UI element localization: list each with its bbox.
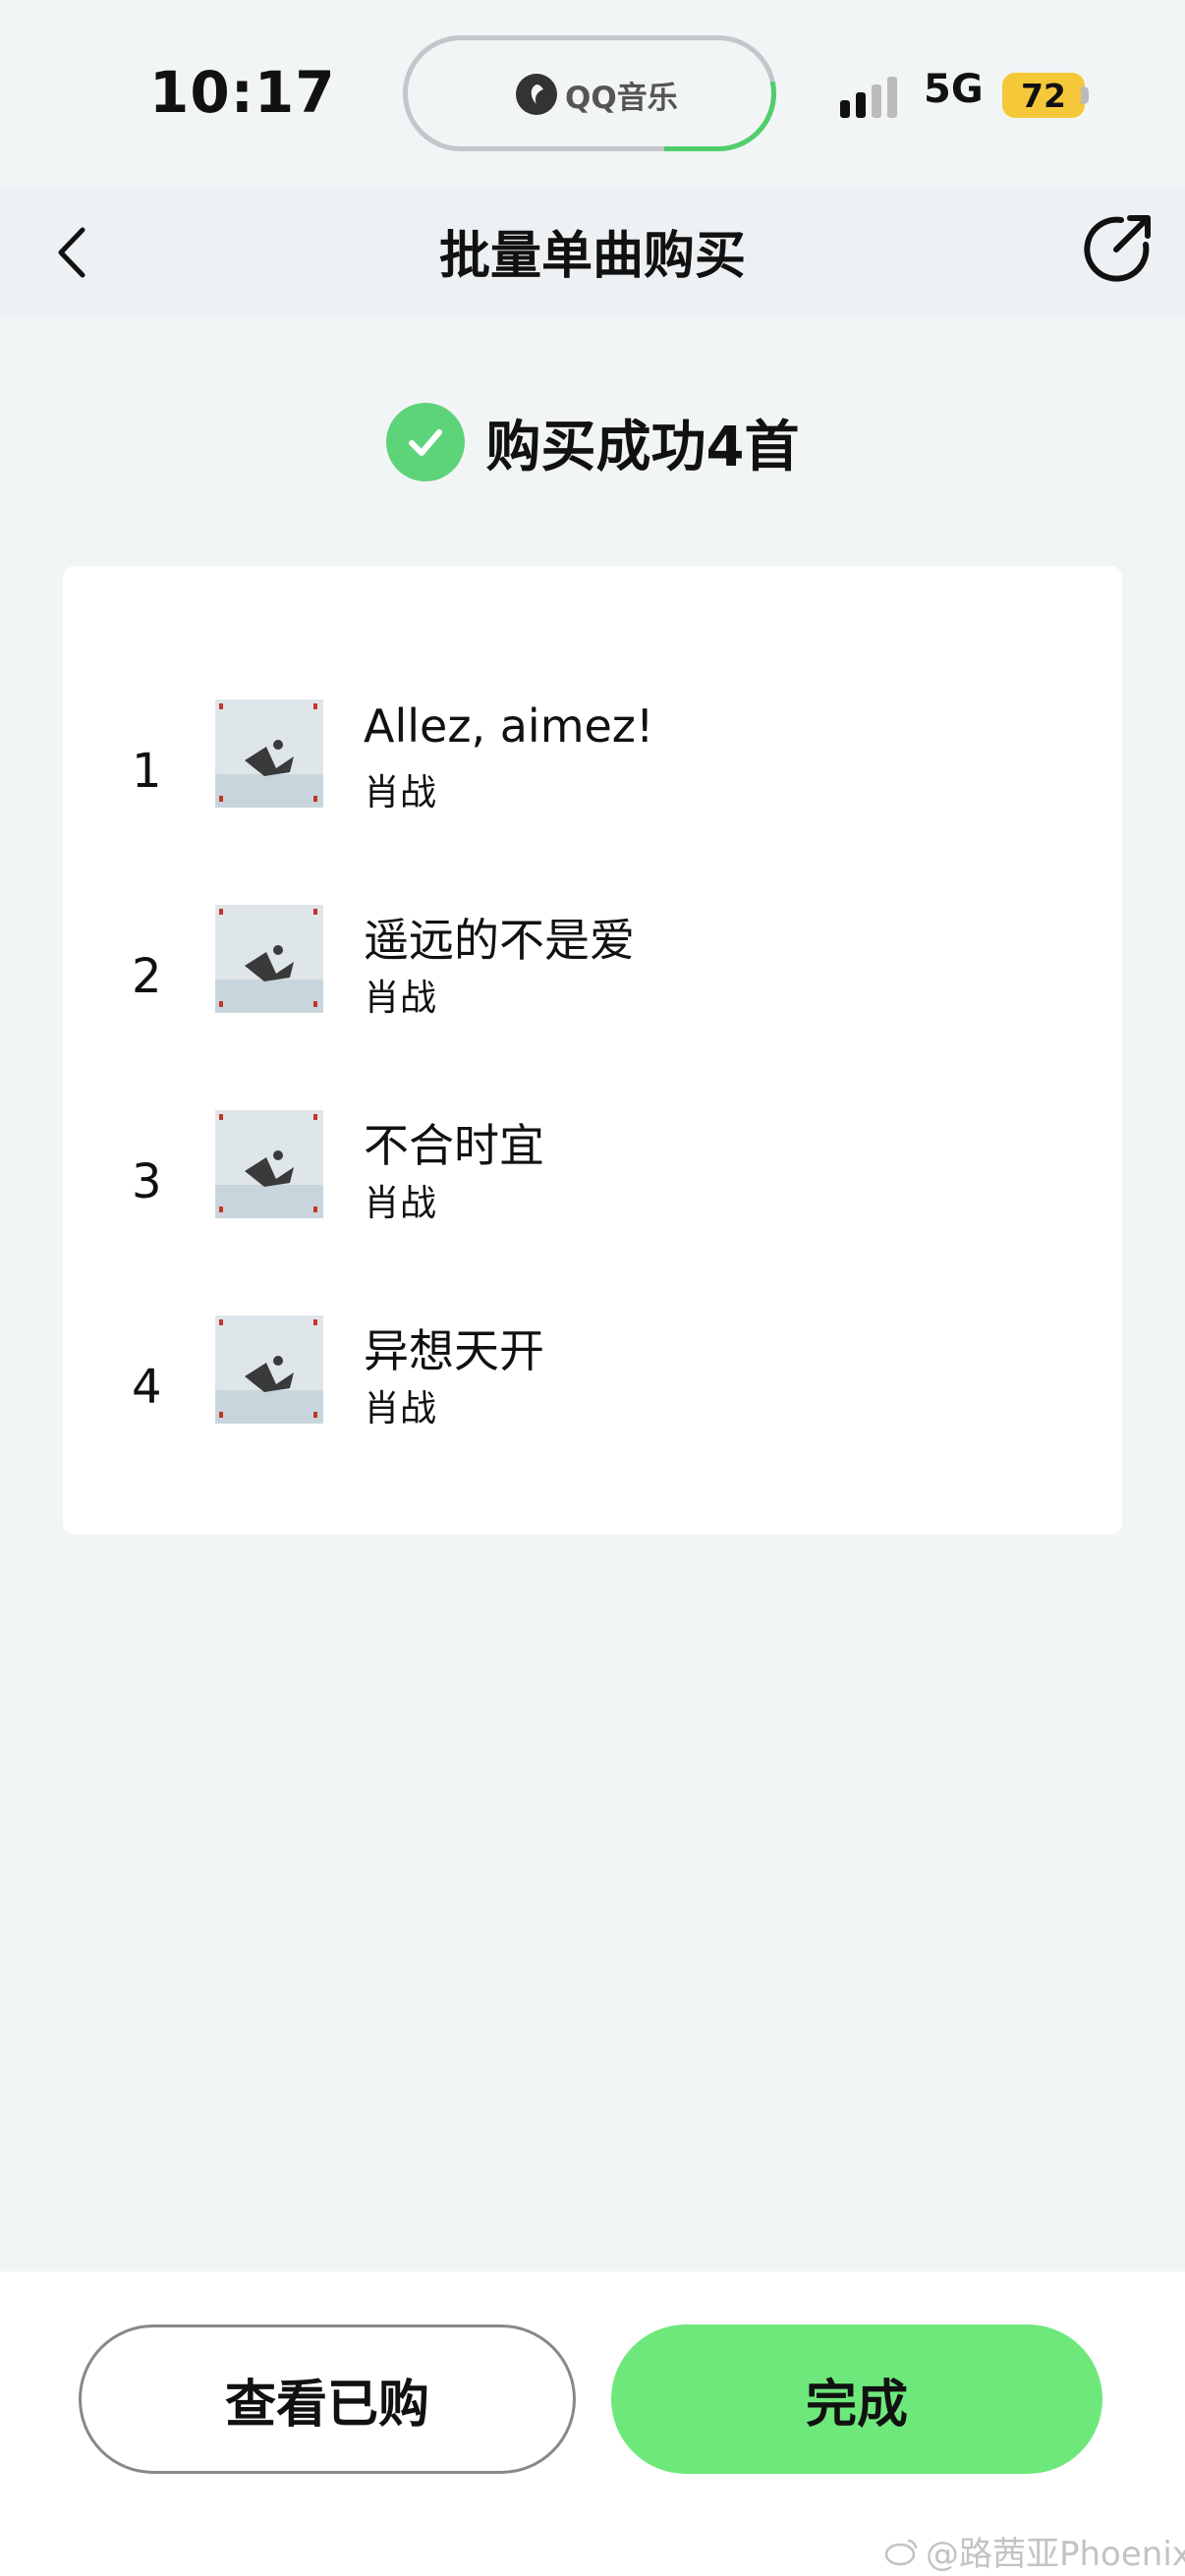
song-artist: 肖战 bbox=[364, 1182, 436, 1224]
list-item[interactable]: 2 遥远的不是爱 肖战 bbox=[63, 905, 1122, 1052]
network-type: 5G bbox=[924, 67, 984, 112]
status-time: 10:17 bbox=[149, 59, 336, 126]
battery-cap bbox=[1081, 86, 1089, 104]
album-cover bbox=[215, 1110, 323, 1218]
album-cover bbox=[215, 905, 323, 1013]
list-item[interactable]: 1 Allez, aimez! 肖战 bbox=[63, 700, 1122, 847]
view-purchased-button[interactable]: 查看已购 bbox=[79, 2324, 576, 2474]
song-title: 异想天开 bbox=[364, 1324, 544, 1377]
song-index: 1 bbox=[132, 744, 162, 799]
qq-music-logo-icon bbox=[516, 74, 557, 115]
watermark-text: @路茜亚Phoenix bbox=[926, 2535, 1185, 2574]
album-cover bbox=[215, 1316, 323, 1424]
result-message: 购买成功4首 bbox=[485, 415, 800, 479]
song-index: 2 bbox=[132, 949, 162, 1004]
song-title: 遥远的不是爱 bbox=[364, 914, 635, 967]
album-cover bbox=[215, 700, 323, 808]
check-icon bbox=[385, 403, 465, 481]
list-item[interactable]: 3 不合时宜 肖战 bbox=[63, 1110, 1122, 1258]
done-button[interactable]: 完成 bbox=[611, 2324, 1102, 2474]
album-art-image bbox=[215, 1110, 323, 1218]
list-item[interactable]: 4 异想天开 肖战 bbox=[63, 1316, 1122, 1463]
battery-icon: 72 bbox=[1002, 73, 1085, 118]
purchased-songs-list: 1 Allez, aimez! 肖战 2 遥远的不是爱 肖战 3 不合时宜 肖战… bbox=[63, 566, 1122, 1535]
live-activity-label: QQ音乐 bbox=[565, 80, 678, 116]
album-art-image bbox=[215, 905, 323, 1013]
song-title: Allez, aimez! bbox=[364, 700, 654, 753]
page-title: 批量单曲购买 bbox=[438, 227, 746, 286]
purchase-result: 购买成功4首 bbox=[0, 393, 1185, 491]
song-title: 不合时宜 bbox=[364, 1119, 544, 1172]
album-art-image bbox=[215, 1316, 323, 1424]
weibo-icon bbox=[884, 2539, 918, 2565]
song-artist: 肖战 bbox=[364, 771, 436, 813]
song-index: 4 bbox=[132, 1360, 162, 1415]
battery-level: 72 bbox=[1021, 76, 1066, 115]
song-artist: 肖战 bbox=[364, 1387, 436, 1429]
song-index: 3 bbox=[132, 1154, 162, 1209]
signal-strength-icon bbox=[840, 77, 897, 118]
share-button[interactable] bbox=[1077, 208, 1157, 289]
song-artist: 肖战 bbox=[364, 977, 436, 1019]
live-activity[interactable]: QQ音乐 bbox=[516, 69, 678, 120]
watermark: @路茜亚Phoenix bbox=[884, 2527, 1185, 2575]
album-art-image bbox=[215, 700, 323, 808]
